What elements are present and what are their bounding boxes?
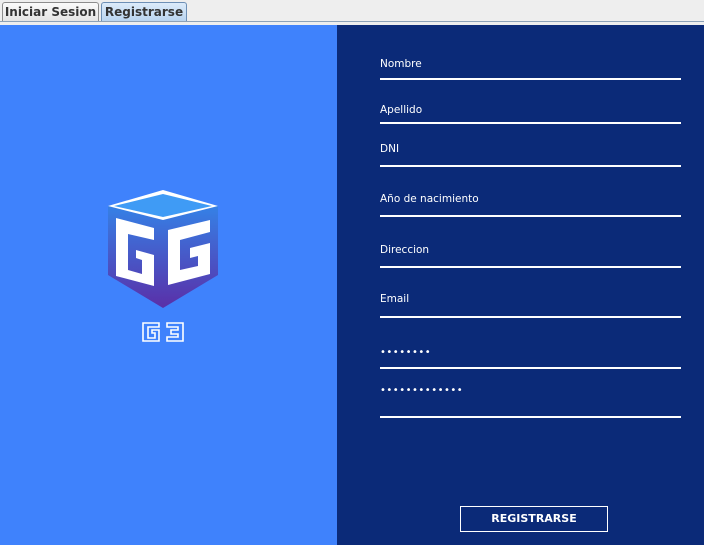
dni-placeholder: DNI	[380, 143, 400, 155]
nombre-underline	[380, 78, 681, 80]
anio-nacimiento-field[interactable]: Año de nacimiento	[380, 193, 681, 217]
apellido-underline	[380, 122, 681, 124]
confirm-password-underline	[380, 416, 681, 418]
confirm-password-field[interactable]: •••••••••••••	[380, 385, 681, 418]
registration-form: Nombre Apellido DNI Año de nacimiento Di…	[337, 25, 704, 545]
registrarse-button[interactable]: REGISTRARSE	[460, 506, 608, 532]
tab-registrarse[interactable]: Registrarse	[101, 2, 187, 22]
apellido-field[interactable]: Apellido	[380, 104, 681, 124]
tab-iniciar-sesion[interactable]: Iniciar Sesion	[2, 2, 99, 21]
direccion-underline	[380, 266, 681, 268]
registration-view: Nombre Apellido DNI Año de nacimiento Di…	[0, 25, 704, 545]
tab-strip-divider	[0, 21, 704, 22]
apellido-placeholder: Apellido	[380, 104, 423, 116]
tab-strip: Iniciar Sesion Registrarse	[0, 0, 704, 22]
direccion-field[interactable]: Direccion	[380, 244, 681, 268]
g3-caption-logo	[142, 322, 184, 342]
email-placeholder: Email	[380, 293, 410, 305]
dni-underline	[380, 165, 681, 167]
dni-field[interactable]: DNI	[380, 143, 681, 167]
nombre-field[interactable]: Nombre	[380, 58, 681, 80]
nombre-placeholder: Nombre	[380, 58, 422, 70]
email-field[interactable]: Email	[380, 293, 681, 318]
g3-cube-logo-icon	[108, 190, 218, 308]
direccion-placeholder: Direccion	[380, 244, 430, 256]
password-underline	[380, 367, 681, 369]
confirm-password-mask: •••••••••••••	[380, 385, 464, 396]
password-field[interactable]: ••••••••	[380, 347, 681, 369]
email-underline	[380, 316, 681, 318]
branding-panel	[0, 25, 337, 545]
password-mask: ••••••••	[380, 347, 432, 358]
anio-nacimiento-placeholder: Año de nacimiento	[380, 193, 479, 205]
anio-nacimiento-underline	[380, 215, 681, 217]
